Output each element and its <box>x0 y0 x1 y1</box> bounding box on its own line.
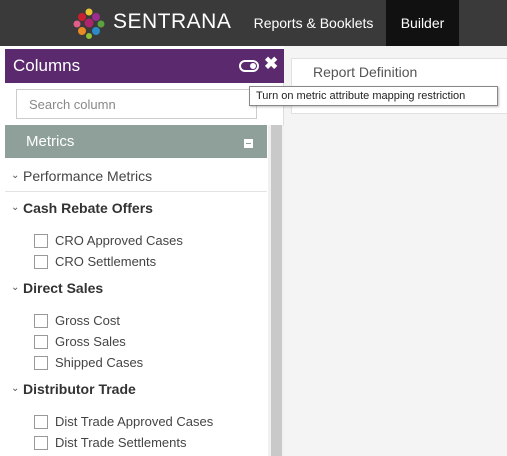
checkbox[interactable] <box>34 335 48 349</box>
report-definition-title: Report Definition <box>313 64 418 80</box>
list-item[interactable]: Gross Sales <box>34 333 264 353</box>
brand-name: SENTRANA <box>113 10 232 33</box>
metrics-section-label: Metrics <box>26 133 75 150</box>
group-cash-rebate-offers[interactable]: ⌄ Cash Rebate Offers <box>5 198 267 220</box>
list-item[interactable]: Shipped Cases <box>34 354 264 374</box>
performance-metrics-folder[interactable]: ⌄ Performance Metrics <box>5 162 267 192</box>
chevron-down-icon: ⌄ <box>11 170 20 181</box>
chevron-down-icon: ⌄ <box>11 383 20 394</box>
list-item[interactable]: Dist Trade Approved Cases <box>34 413 264 433</box>
top-navbar: SENTRANA Reports & Booklets Builder <box>0 0 507 46</box>
collapse-icon[interactable] <box>244 139 253 148</box>
item-label: Gross Cost <box>55 313 121 328</box>
performance-metrics-label: Performance Metrics <box>23 168 153 184</box>
columns-panel: Columns ✖ Metrics ⌄ Performance Metrics … <box>5 49 284 456</box>
group-label: Direct Sales <box>23 280 104 296</box>
checkbox[interactable] <box>34 436 48 450</box>
group-label: Distributor Trade <box>23 381 136 397</box>
checkbox[interactable] <box>34 356 48 370</box>
list-item[interactable]: CRO Settlements <box>34 253 264 273</box>
item-label: Shipped Cases <box>55 355 144 370</box>
checkbox[interactable] <box>34 255 48 269</box>
tooltip: Turn on metric attribute mapping restric… <box>249 86 498 106</box>
checkbox[interactable] <box>34 415 48 429</box>
panel-title: Columns <box>13 56 81 75</box>
checkbox[interactable] <box>34 314 48 328</box>
nav-builder[interactable]: Builder <box>386 0 459 46</box>
item-label: CRO Approved Cases <box>55 233 183 248</box>
toggle-icon[interactable] <box>239 60 259 72</box>
close-icon[interactable]: ✖ <box>264 54 278 74</box>
chevron-down-icon: ⌄ <box>11 282 20 293</box>
checkbox[interactable] <box>34 234 48 248</box>
sentrana-logo <box>73 8 105 39</box>
list-item[interactable]: CRO Approved Cases <box>34 232 264 252</box>
nav-reports-booklets[interactable]: Reports & Booklets <box>241 0 386 46</box>
list-item[interactable]: Dist Trade Settlements <box>34 434 264 454</box>
item-label: Dist Trade Approved Cases <box>55 414 214 429</box>
scrollbar-thumb[interactable] <box>271 125 282 456</box>
group-distributor-trade[interactable]: ⌄ Distributor Trade <box>5 379 267 401</box>
item-label: Dist Trade Settlements <box>55 435 187 450</box>
item-label: Gross Sales <box>55 334 126 349</box>
group-label: Cash Rebate Offers <box>23 200 153 216</box>
item-label: CRO Settlements <box>55 254 157 269</box>
metrics-section-header[interactable]: Metrics <box>5 125 267 158</box>
search-column-input[interactable] <box>16 89 257 119</box>
list-item[interactable]: Gross Cost <box>34 312 264 332</box>
group-direct-sales[interactable]: ⌄ Direct Sales <box>5 278 267 300</box>
chevron-down-icon: ⌄ <box>11 202 20 213</box>
columns-panel-header: Columns ✖ <box>5 49 284 83</box>
